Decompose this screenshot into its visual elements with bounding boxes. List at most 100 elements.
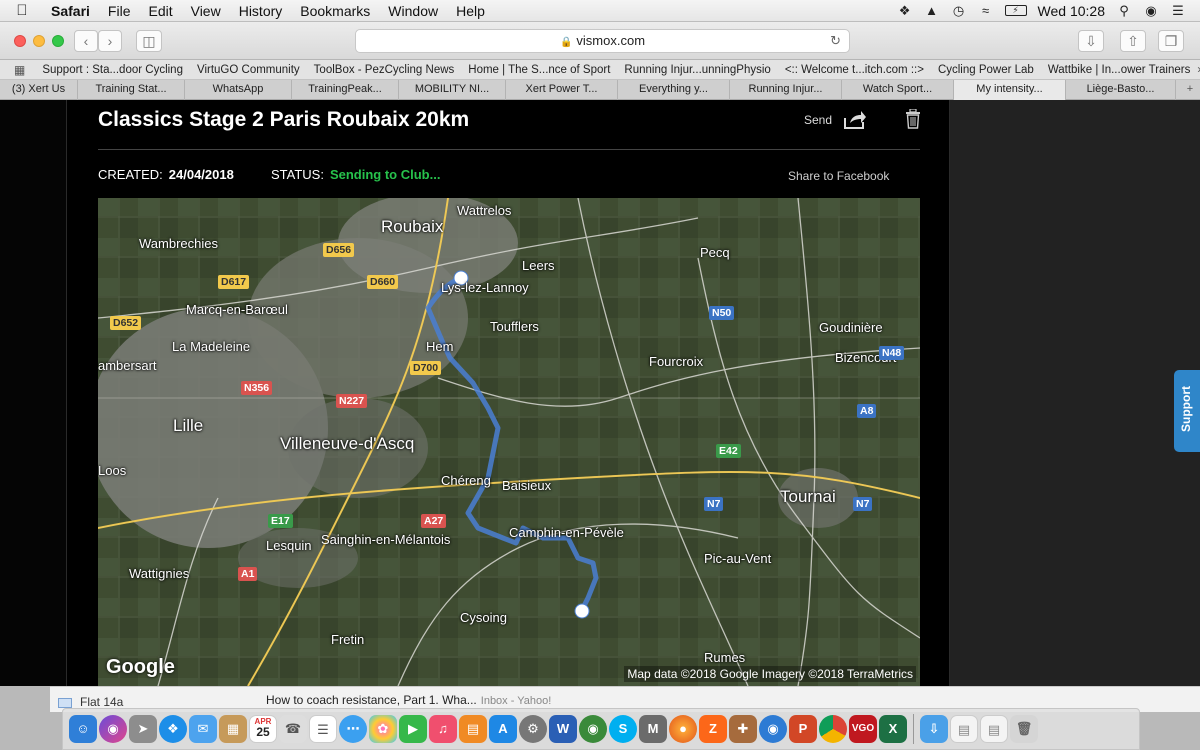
contacts-icon[interactable]: ☎ [279,715,307,743]
browser-tab[interactable]: Liège-Basto... [1066,80,1176,100]
map-label: Lesquin [266,538,312,553]
browser-tab[interactable]: Running Injur... [730,80,842,100]
route-map[interactable]: Wattrelos Roubaix Wambrechies Leers Pecq… [98,198,920,686]
map-attribution[interactable]: Map data ©2018 Google Imagery ©2018 Terr… [624,666,916,682]
cross-icon[interactable]: ✚ [729,715,757,743]
sidebar-toggle-icon[interactable]: ◫ [136,30,162,52]
forward-button[interactable]: › [98,30,122,52]
menu-history[interactable]: History [230,3,292,19]
bookmark-item[interactable]: Home | The S...nce of Sport [461,64,617,76]
browser-tab[interactable]: Everything y... [618,80,730,100]
menu-bookmarks[interactable]: Bookmarks [291,3,379,19]
books-icon[interactable]: ▤ [459,715,487,743]
menu-edit[interactable]: Edit [139,3,181,19]
google-logo[interactable]: Google [106,656,175,679]
browser-tab[interactable]: MOBILITY NI... [399,80,506,100]
map-label: Roubaix [381,217,444,236]
trash-icon[interactable]: 🗑 [1010,715,1038,743]
close-window-button[interactable] [14,35,26,47]
finder-icon[interactable]: ☺ [69,715,97,743]
bookmark-item[interactable]: Wattbike | In...ower Trainers [1041,64,1198,76]
back-button[interactable]: ‹ [74,30,98,52]
notes-icon[interactable]: ▦ [219,715,247,743]
downloads-icon[interactable]: ⇩ [920,715,948,743]
bookmark-item[interactable]: Running Injur...unningPhysio [617,64,777,76]
notification-center-icon[interactable]: ☰ [1170,3,1186,18]
tab-overview-icon[interactable]: ❐ [1158,30,1184,52]
divider [98,149,920,150]
browser-tab[interactable]: (3) Xert Us [0,80,78,100]
spotlight-search-icon[interactable]: ⚲ [1116,3,1132,18]
skype-icon[interactable]: S [609,715,637,743]
send-button[interactable]: Send [804,113,832,127]
powerpoint-icon[interactable]: P [789,715,817,743]
road-shield: N7 [704,497,724,511]
map-label: Tournai [780,487,836,506]
launchpad-icon[interactable]: ➤ [129,715,157,743]
messages-icon[interactable]: ⋯ [339,715,367,743]
battery-icon[interactable]: ⚡ [1004,5,1027,16]
facetime-icon[interactable]: ▶ [399,715,427,743]
fullscreen-window-button[interactable] [52,35,64,47]
folder-item[interactable]: Flat 14a [58,695,123,709]
document-icon[interactable]: ▤ [950,715,978,743]
clock[interactable]: Wed 10:28 [1038,3,1105,19]
map-label: Wattrelos [457,203,512,218]
zwift-icon[interactable]: Z [699,715,727,743]
trash-icon[interactable] [905,109,921,129]
bookmark-item[interactable]: ToolBox - PezCycling News [307,64,462,76]
bookmark-item[interactable]: VirtuGO Community [190,64,307,76]
menu-app-name[interactable]: Safari [42,3,99,19]
bookmark-item[interactable]: Cycling Power Lab [931,64,1041,76]
mail-icon[interactable]: ✉ [189,715,217,743]
browser-tab[interactable]: WhatsApp [185,80,292,100]
mail-message-row[interactable]: How to coach resistance, Part 1. Wha... I… [266,693,551,707]
menu-help[interactable]: Help [447,3,494,19]
time-machine-icon[interactable]: ◷ [951,3,967,18]
bookmark-item[interactable]: <:: Welcome t...itch.com ::> [778,64,931,76]
music-icon[interactable]: ♫ [429,715,457,743]
menu-file[interactable]: File [99,3,140,19]
share-button-icon[interactable]: ⇧ [1120,30,1146,52]
share-icon[interactable] [843,110,867,130]
browser-tab-active[interactable]: My intensity... [954,80,1066,100]
road-shield: N50 [709,306,735,320]
new-tab-button[interactable]: + [1180,80,1200,99]
siri-menu-icon[interactable]: ◉ [1143,3,1159,18]
dock: ☺ ◉ ➤ ❖ ✉ ▦ APR 25 ☎ ☰ ⋯ ✿ ▶ ♫ ▤ A ⚙ W ◉ … [62,708,1140,750]
m-icon[interactable]: M [639,715,667,743]
menu-window[interactable]: Window [379,3,447,19]
browser-tab[interactable]: TrainingPeak... [292,80,399,100]
wifi-icon[interactable]: ≈ [978,3,994,18]
browser-tab[interactable]: Training Stat... [78,80,185,100]
google-drive-icon[interactable]: ▲ [924,3,940,18]
preferences-icon[interactable]: ⚙ [519,715,547,743]
top-sites-grid-icon[interactable]: ▦ [14,63,25,77]
earth-icon[interactable]: ◉ [579,715,607,743]
siri-icon[interactable]: ◉ [99,715,127,743]
reload-icon[interactable]: ↻ [830,30,841,52]
reminders-icon[interactable]: ☰ [309,715,337,743]
word-icon[interactable]: W [549,715,577,743]
browser-tab[interactable]: Xert Power T... [506,80,618,100]
globe-icon[interactable]: ◉ [759,715,787,743]
downloads-button-icon[interactable]: ⇩ [1078,30,1104,52]
minimize-window-button[interactable] [33,35,45,47]
support-tab[interactable]: Support [1174,370,1200,452]
firefox-icon[interactable]: ● [669,715,697,743]
vgo-icon[interactable]: VGO [849,715,877,743]
share-to-facebook-link[interactable]: Share to Facebook [788,169,889,183]
menu-view[interactable]: View [182,3,230,19]
apple-icon[interactable]:  [12,2,32,19]
dropbox-icon[interactable]: ❖ [897,3,913,18]
browser-tab[interactable]: Watch Sport... [842,80,954,100]
bookmark-item[interactable]: Support : Sta...door Cycling [35,64,190,76]
appstore-icon[interactable]: A [489,715,517,743]
photos-icon[interactable]: ✿ [369,715,397,743]
address-bar[interactable]: 🔒 vismox.com ↻ [355,29,850,53]
calendar-icon[interactable]: APR 25 [249,715,277,743]
document2-icon[interactable]: ▤ [980,715,1008,743]
chrome-icon[interactable] [819,715,847,743]
safari-icon[interactable]: ❖ [159,715,187,743]
excel-icon[interactable]: X [879,715,907,743]
